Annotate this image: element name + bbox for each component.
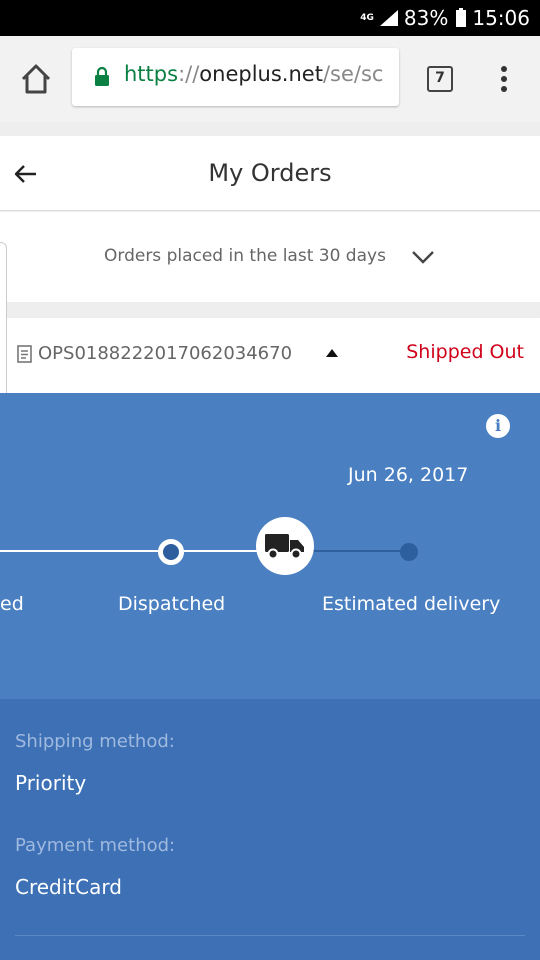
- battery-icon: [456, 7, 467, 27]
- order-number: OPS0188222017062034670: [38, 343, 293, 364]
- truck-icon: [265, 534, 304, 560]
- order-row[interactable]: OPS0188222017062034670 Shipped Out: [0, 318, 540, 393]
- payment-method-label: Payment method:: [15, 835, 176, 856]
- shipping-method-value: Priority: [15, 771, 87, 795]
- clock: 15:06: [472, 6, 530, 30]
- progress-line-done: [184, 550, 264, 552]
- page-title: My Orders: [208, 159, 332, 187]
- step-label: Estimated delivery: [322, 593, 501, 615]
- home-icon[interactable]: [19, 62, 53, 96]
- lock-icon: [95, 66, 109, 86]
- order-details-panel: Shipping method: Priority Payment method…: [0, 699, 540, 960]
- estimated-step-dot: [400, 543, 418, 561]
- overflow-menu-icon[interactable]: [500, 66, 508, 94]
- status-bar-indicators: 4G 83% 15:06: [360, 0, 530, 36]
- progress-line-pending: [310, 550, 402, 552]
- page-header: My Orders: [0, 136, 540, 211]
- address-bar[interactable]: https://oneplus.net/se/sc: [72, 48, 399, 106]
- signal-icon: [379, 10, 398, 26]
- tab-switcher-button[interactable]: 7: [427, 66, 453, 92]
- tracking-panel: i Jun 26, 2017 ed Dispatched Estimated d…: [0, 393, 540, 699]
- current-step-marker: [256, 517, 314, 575]
- filter-label: Orders placed in the last 30 days: [104, 246, 386, 266]
- document-icon: [17, 345, 32, 363]
- progress-line-done: [0, 550, 158, 552]
- info-icon[interactable]: i: [486, 414, 510, 438]
- network-type: 4G: [360, 12, 374, 23]
- shipping-method-label: Shipping method:: [15, 731, 175, 752]
- order-status: Shipped Out: [406, 341, 524, 363]
- battery-percent: 83%: [403, 6, 449, 30]
- url-text: https://oneplus.net/se/sc: [124, 62, 384, 86]
- shipped-date: Jun 26, 2017: [348, 464, 469, 486]
- divider: [15, 935, 525, 936]
- payment-method-value: CreditCard: [15, 875, 122, 899]
- order-filter-dropdown[interactable]: Orders placed in the last 30 days: [0, 212, 540, 302]
- caret-up-icon[interactable]: [326, 349, 338, 357]
- chevron-down-icon[interactable]: [411, 250, 435, 264]
- step-label: Dispatched: [118, 593, 226, 615]
- dispatched-step-dot: [158, 539, 184, 565]
- status-bar: 4G 83% 15:06: [0, 0, 540, 36]
- page-content: My Orders Orders placed in the last 30 d…: [0, 122, 540, 960]
- browser-toolbar: https://oneplus.net/se/sc 7: [0, 36, 540, 122]
- step-label: ed: [0, 593, 24, 615]
